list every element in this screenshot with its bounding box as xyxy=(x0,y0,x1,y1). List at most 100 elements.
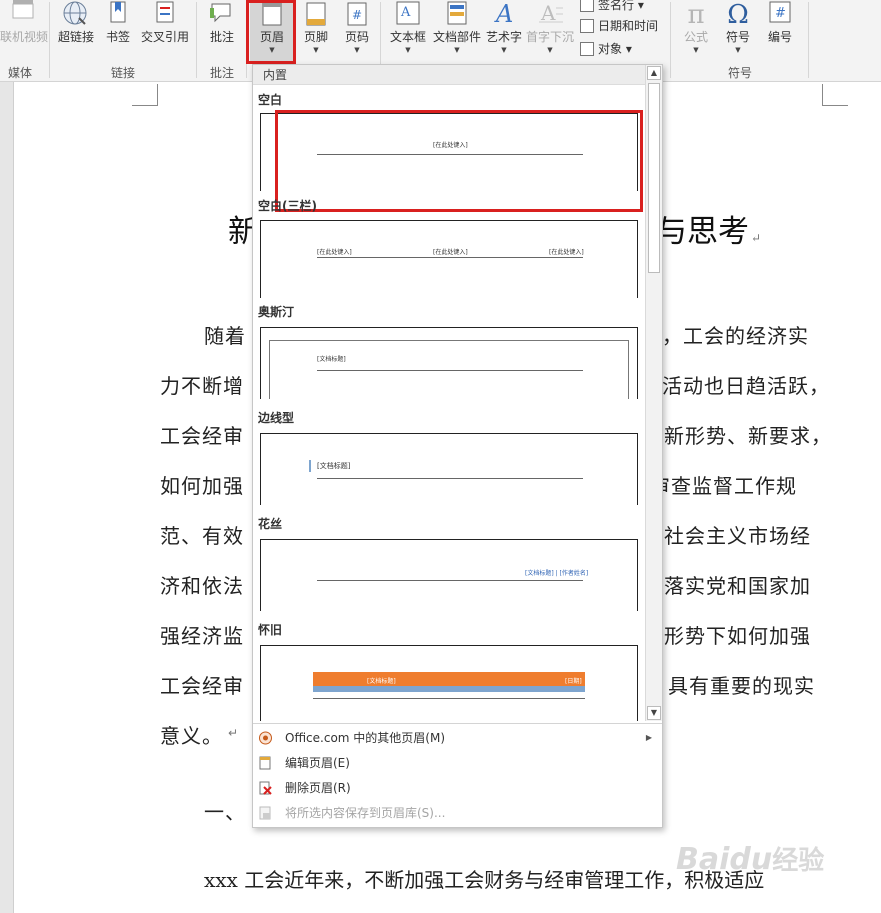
comment-button[interactable]: 批注 xyxy=(202,0,242,62)
number-button[interactable]: # 编号 xyxy=(762,0,798,62)
chevron-down-icon: ▼ xyxy=(354,46,360,54)
chevron-down-icon: ▼ xyxy=(501,46,507,54)
hyperlink-button[interactable]: 超链接 xyxy=(54,0,98,62)
doc-line-right: 形势下如何加强 xyxy=(664,624,811,648)
page-number-icon: # xyxy=(347,2,367,26)
bookmark-button[interactable]: 书签 xyxy=(102,0,134,62)
header-gallery-dropdown: 内置 空白 [在此处键入] 空白(三栏) [在此处键入] [在此处键入] [在此… xyxy=(252,64,663,828)
document-gutter xyxy=(0,82,14,913)
remove-header-item[interactable]: 删除页眉(R) xyxy=(253,776,662,800)
doc-line-right: 审查监督工作规 xyxy=(650,474,797,498)
doc-line-left: 意义。 xyxy=(160,724,223,748)
sideline-bar xyxy=(309,460,311,472)
cross-reference-button[interactable]: 交叉引用 xyxy=(138,0,192,62)
section-label-sideline: 边线型 xyxy=(258,411,295,425)
header-option-blank-three[interactable]: [在此处键入] [在此处键入] [在此处键入] xyxy=(260,220,638,298)
doc-line-right: 新形势、新要求， xyxy=(664,424,832,448)
save-selection-to-gallery-item[interactable]: 将所选内容保存到页眉库(S)... xyxy=(253,801,662,825)
symbol-button[interactable]: Ω 符号 ▼ xyxy=(720,0,756,62)
gallery-scrollbar[interactable]: ▲ ▼ xyxy=(645,65,662,721)
group-label-links: 链接 xyxy=(110,66,135,80)
group-separator xyxy=(49,2,50,78)
object-button[interactable]: 对象 ▾ xyxy=(580,40,632,58)
pi-icon: π xyxy=(687,0,705,30)
chevron-down-icon: ▼ xyxy=(405,46,411,54)
doc-line-left: 随着 xyxy=(204,324,246,348)
wordart-icon: A xyxy=(494,0,513,26)
placeholder-text: [文档标题] xyxy=(367,678,396,685)
header-rule xyxy=(317,257,583,258)
doc-heading-fragment: 一、 xyxy=(204,800,246,824)
header-button-highlight xyxy=(246,0,296,64)
doc-line-left: 济和依法 xyxy=(160,574,244,598)
edit-header-item[interactable]: 编辑页眉(E) xyxy=(253,751,662,775)
doc-line-left: 工会经审 xyxy=(160,674,244,698)
dropcap-button[interactable]: A 首字下沉 ▼ xyxy=(524,0,576,62)
svg-text:#: # xyxy=(775,6,786,21)
doc-line-right: 落实党和国家加 xyxy=(664,574,811,598)
page-corner-mark xyxy=(132,84,158,106)
group-label-symbols: 符号 xyxy=(727,66,752,80)
placeholder-text: [在此处键入] xyxy=(433,249,468,256)
save-to-gallery-icon xyxy=(259,806,271,820)
placeholder-text: [文档标题] xyxy=(317,356,346,363)
textbox-icon: A xyxy=(396,1,420,25)
paragraph-mark: ↵ xyxy=(228,726,239,740)
document-parts-icon xyxy=(447,1,467,25)
placeholder-text: [文档标题] | [作者姓名] xyxy=(525,570,589,577)
doc-line-left: 强经济监 xyxy=(160,624,244,648)
number-icon: # xyxy=(769,1,791,23)
comment-icon xyxy=(210,3,231,23)
svg-text:A: A xyxy=(494,0,513,26)
placeholder-text: [在此处键入] xyxy=(549,249,584,256)
header-menu: Office.com 中的其他页眉(M) ▶ 编辑页眉(E) 删除页眉(R) 将… xyxy=(253,723,662,827)
scroll-down-arrow[interactable]: ▼ xyxy=(647,706,661,720)
header-option-retro[interactable]: [文档标题] [日期] xyxy=(260,645,638,721)
textbox-button[interactable]: A 文本框 ▼ xyxy=(386,0,430,62)
object-icon xyxy=(580,42,594,56)
baidu-jingyan-watermark: Baidu经验 xyxy=(676,842,825,877)
section-label-blank: 空白 xyxy=(258,93,283,107)
calendar-icon xyxy=(580,19,594,33)
retro-blue-band xyxy=(313,686,585,692)
scroll-up-arrow[interactable]: ▲ xyxy=(647,66,661,80)
dropcap-icon: A xyxy=(539,1,563,25)
page-icon xyxy=(259,756,271,770)
wordart-button[interactable]: A 艺术字 ▼ xyxy=(484,0,524,62)
signature-line-button[interactable]: 签名行 ▾ xyxy=(580,0,644,14)
doc-line-left: 范、有效 xyxy=(160,524,244,548)
video-icon xyxy=(12,0,34,19)
doc-line-right: 社会主义市场经 xyxy=(664,524,811,548)
office-com-more-headers[interactable]: Office.com 中的其他页眉(M) ▶ xyxy=(253,726,662,750)
header-rule xyxy=(317,580,583,581)
bookmark-icon xyxy=(110,1,126,23)
header-option-filigree[interactable]: [文档标题] | [作者姓名] xyxy=(260,539,638,611)
retro-orange-band xyxy=(313,672,585,686)
omega-icon: Ω xyxy=(727,0,749,30)
equation-button[interactable]: π 公式 ▼ xyxy=(676,0,716,62)
page-number-button[interactable]: # 页码 ▼ xyxy=(340,0,374,62)
scroll-thumb[interactable] xyxy=(648,83,660,273)
group-label-comments: 批注 xyxy=(209,66,234,80)
page-corner-mark xyxy=(822,84,848,106)
online-video-button[interactable]: 联机视频 xyxy=(0,0,48,62)
header-option-sideline[interactable]: [文档标题] xyxy=(260,433,638,505)
header-rule xyxy=(313,698,585,699)
footer-page-icon xyxy=(306,2,326,26)
section-label-austin: 奥斯汀 xyxy=(258,305,295,319)
svg-text:A: A xyxy=(400,5,411,20)
chevron-down-icon: ▼ xyxy=(735,46,741,54)
footer-button[interactable]: 页脚 ▼ xyxy=(298,0,334,62)
header-option-austin[interactable]: [文档标题] xyxy=(260,327,638,399)
group-separator xyxy=(196,2,197,78)
placeholder-text: [在此处键入] xyxy=(317,249,352,256)
document-parts-button[interactable]: 文档部件 ▼ xyxy=(432,0,482,62)
datetime-button[interactable]: 日期和时间 xyxy=(580,17,658,35)
doc-line-right: 活动也日趋活跃， xyxy=(662,374,830,398)
submenu-arrow-icon: ▶ xyxy=(645,733,652,742)
group-separator xyxy=(808,2,809,78)
signature-icon xyxy=(580,0,594,12)
doc-line-left: 如何加强 xyxy=(160,474,244,498)
cross-reference-icon xyxy=(156,1,174,23)
section-label-filigree: 花丝 xyxy=(258,517,283,531)
